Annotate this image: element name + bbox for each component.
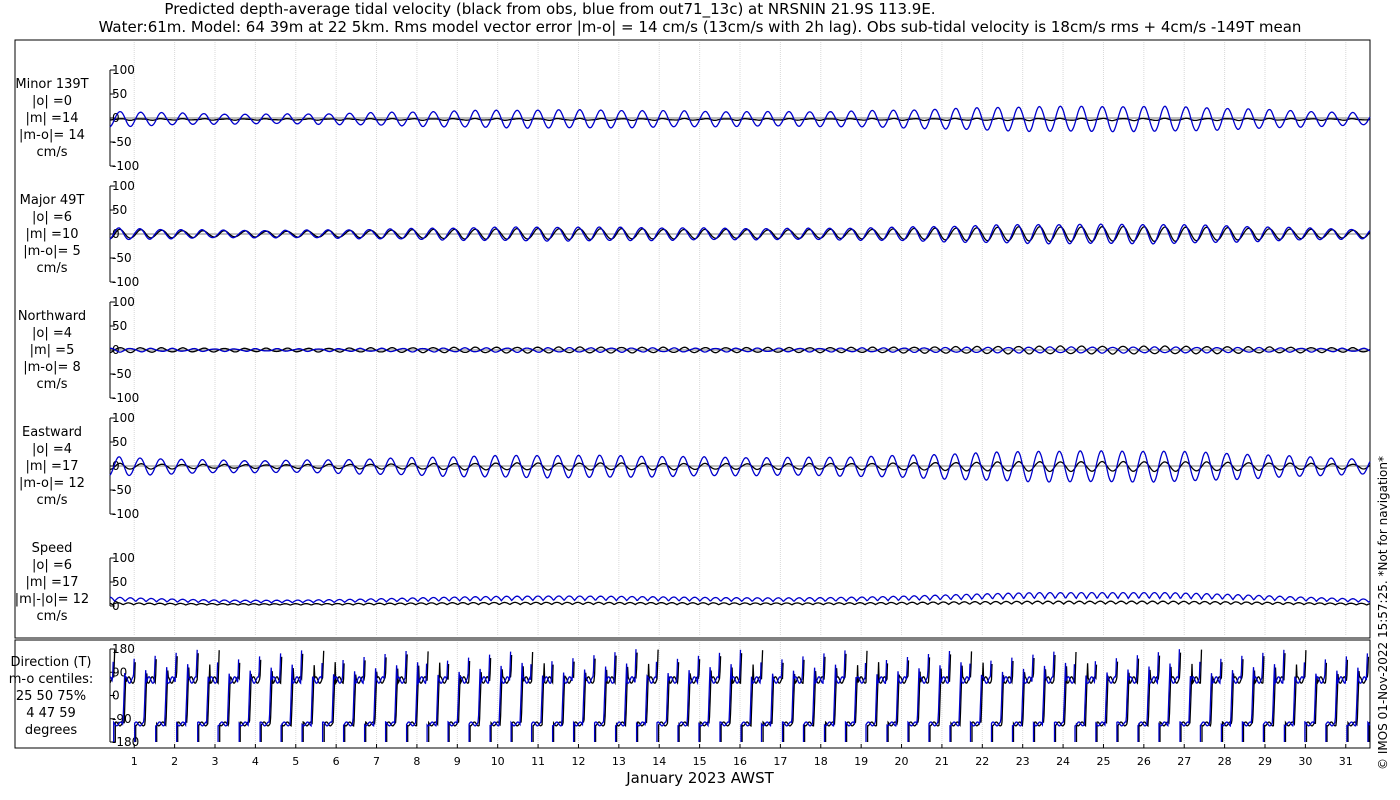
panel-label-line: |m| =10 [25,227,79,242]
panel-label-line: |m-o|= 14 [19,128,85,143]
panel-label-line: Eastward [21,425,83,440]
x-tick-label: 30 [1298,755,1312,768]
x-tick-label: 25 [1096,755,1110,768]
x-axis-label: January 2023 AWST [626,769,774,787]
copyright-notice: © IMOS 01-Nov-2022 15:57:25. *Not for na… [1376,456,1390,770]
x-tick-label: 23 [1016,755,1030,768]
panel-label-line: |o| =0 [31,94,72,109]
y-tick-label: 100 [112,295,135,309]
x-tick-label: 5 [292,755,299,768]
panel-label-line: cm/s [36,377,68,392]
panel-label-line: |m| =17 [25,575,79,590]
panel-label-line: 25 50 75% [15,689,87,704]
panel-label-line: degrees [24,723,78,738]
panel-label-line: |m-o|= 12 [19,476,85,491]
y-tick-label: -100 [112,275,139,289]
panel-label-line: |m| =5 [29,343,75,358]
x-tick-label: 31 [1339,755,1353,768]
panel-label-northward: Northward |o| =4 |m| =5 |m-o|= 8 cm/s [0,308,104,393]
panel-label-line: m-o centiles: [8,672,94,687]
panel-label-line: Direction (T) [10,655,92,670]
panel-label-line: Speed [31,541,73,556]
panel-label-major: Major 49T |o| =6 |m| =10 |m-o|= 5 cm/s [0,192,104,277]
y-tick-label: 100 [112,63,135,77]
panel-label-line: cm/s [36,493,68,508]
x-tick-label: 3 [212,755,219,768]
y-tick-label: 50 [112,203,127,217]
y-tick-label: 50 [112,435,127,449]
panel-label-line: |m-o|= 8 [23,360,81,375]
x-tick-label: 2 [171,755,178,768]
panel-label-line: |m| =17 [25,459,79,474]
x-tick-label: 8 [413,755,420,768]
x-tick-label: 22 [975,755,989,768]
x-tick-label: 26 [1137,755,1151,768]
x-tick-label: 6 [333,755,340,768]
panel-label-line: |o| =6 [31,210,72,225]
panel-label-line: cm/s [36,609,68,624]
x-tick-label: 15 [693,755,707,768]
x-tick-label: 10 [491,755,505,768]
panel-label-line: Northward [17,309,87,324]
x-tick-label: 17 [773,755,787,768]
x-tick-label: 9 [454,755,461,768]
x-tick-label: 16 [733,755,747,768]
panel-label-line: |o| =4 [31,442,72,457]
panel-label-line: |m-o|= 5 [23,244,81,259]
x-tick-label: 7 [373,755,380,768]
y-tick-label: 100 [112,551,135,565]
x-tick-label: 19 [854,755,868,768]
panel-label-line: |m|-|o|= 12 [14,592,90,607]
panel-label-eastward: Eastward |o| =4 |m| =17 |m-o|= 12 cm/s [0,424,104,509]
y-tick-label: -50 [112,135,132,149]
panel-label-line: |o| =6 [31,558,72,573]
y-tick-label: -50 [112,251,132,265]
y-tick-label: -100 [112,159,139,173]
y-tick-label: 0 [112,599,120,613]
panel-label-minor: Minor 139T |o| =0 |m| =14 |m-o|= 14 cm/s [0,76,104,161]
x-tick-label: 24 [1056,755,1070,768]
x-tick-label: 4 [252,755,259,768]
panel-label-line: |o| =4 [31,326,72,341]
x-tick-label: 27 [1177,755,1191,768]
chart-figure: 1 2 3 4 5 6 7 8 9 10 11 12 13 14 15 16 17 18 19 20 21 22 23 24 2… [14,39,1371,768]
y-tick-label: 50 [112,575,127,589]
y-tick-label: 100 [112,179,135,193]
y-tick-label: 0 [112,689,120,703]
x-tick-label: 11 [531,755,545,768]
panel-label-line: Minor 139T [15,77,89,92]
x-tick-label: 18 [814,755,828,768]
panel-label-line: cm/s [36,145,68,160]
x-tick-label: 21 [935,755,949,768]
panel-label-line: 4 47 59 [26,706,76,721]
obs-speed-line [109,600,1371,606]
y-tick-label: -100 [112,507,139,521]
y-tick-label: 180 [112,642,135,656]
upper-frame [14,39,1371,639]
x-tick-label: 1 [131,755,138,768]
x-tick-label: 12 [571,755,585,768]
x-tick-label: 28 [1218,755,1232,768]
panel-label-line: cm/s [36,261,68,276]
y-tick-label: -50 [112,367,132,381]
panel-label-line: Major 49T [19,193,85,208]
y-tick-label: 50 [112,319,127,333]
y-tick-label: 50 [112,87,127,101]
panel-label-direction: Direction (T) m-o centiles: 25 50 75% 4 … [0,654,103,739]
y-tick-label: -100 [112,391,139,405]
y-tick-label: 100 [112,411,135,425]
panel-label-line: |m| =14 [25,111,79,126]
x-tick-label: 20 [895,755,909,768]
x-tick-label: 29 [1258,755,1272,768]
x-tick-label: 14 [652,755,666,768]
y-tick-label: -50 [112,483,132,497]
panel-label-speed: Speed |o| =6 |m| =17 |m|-|o|= 12 cm/s [0,540,104,625]
x-tick-label: 13 [612,755,626,768]
